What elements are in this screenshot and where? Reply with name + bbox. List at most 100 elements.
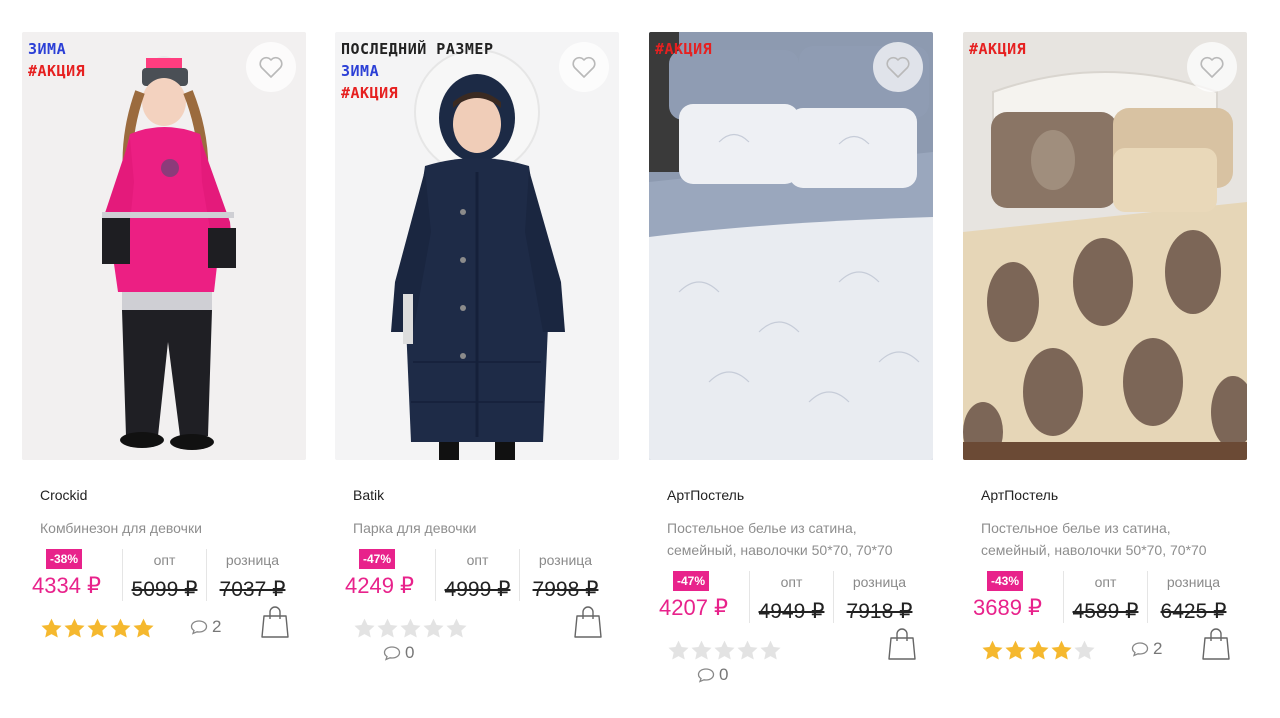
promo-badge: ЗИМА <box>341 62 380 80</box>
star-icon[interactable] <box>86 617 109 639</box>
rating-stars[interactable] <box>353 617 468 639</box>
star-icon[interactable] <box>736 639 759 661</box>
opt-price: 4589 ₽ <box>1072 600 1139 623</box>
opt-price-column: опт 4949 ₽ <box>749 571 833 623</box>
add-to-cart-button[interactable] <box>573 605 603 639</box>
sale-price-column: -43% 3689 ₽ <box>973 571 1053 623</box>
current-price: 3689 ₽ <box>973 595 1043 620</box>
comments-link[interactable]: 0 <box>697 665 728 685</box>
retail-label: розница <box>1166 574 1221 590</box>
current-price: 4249 ₽ <box>345 573 415 598</box>
promo-badge: ЗИМА <box>28 40 67 58</box>
product-photo[interactable]: ПОСЛЕДНИЙ РАЗМЕР ЗИМА #АКЦИЯ <box>335 32 619 460</box>
promo-badge: #АКЦИЯ <box>655 40 713 58</box>
rating-stars[interactable] <box>981 639 1096 661</box>
wishlist-button[interactable] <box>559 42 609 92</box>
star-icon[interactable] <box>1004 639 1027 661</box>
product-info: Crockid Комбинезон для девочки -38% 4334… <box>32 460 302 691</box>
promo-badge: #АКЦИЯ <box>969 40 1027 58</box>
product-card[interactable]: #АКЦИЯ АртПостель Постельное белье из са… <box>649 32 933 712</box>
card-actions: 0 <box>667 628 929 713</box>
heart-icon <box>886 56 910 78</box>
product-card[interactable]: ЗИМА #АКЦИЯ Crockid Комбинезон для девоч… <box>22 32 306 712</box>
product-photo[interactable]: ЗИМА #АКЦИЯ <box>22 32 306 460</box>
product-info: АртПостель Постельное белье из сатина, с… <box>659 460 929 713</box>
price-block: -47% 4249 ₽ опт 4999 ₽ розница 7998 ₽ <box>345 549 615 601</box>
star-icon[interactable] <box>132 617 155 639</box>
rating-stars[interactable] <box>667 639 782 661</box>
star-icon[interactable] <box>40 617 63 639</box>
product-info: АртПостель Постельное белье из сатина, с… <box>973 460 1243 713</box>
product-title[interactable]: Постельное белье из сатина, семейный, на… <box>667 517 929 561</box>
card-actions: 2 <box>40 606 302 691</box>
retail-price-column: розница 6425 ₽ <box>1147 571 1239 623</box>
heart-icon <box>572 56 596 78</box>
shopping-bag-icon <box>261 606 289 638</box>
speech-bubble-icon <box>697 668 715 683</box>
star-icon[interactable] <box>690 639 713 661</box>
product-card[interactable]: ПОСЛЕДНИЙ РАЗМЕР ЗИМА #АКЦИЯ Batik Парка… <box>335 32 619 712</box>
star-icon[interactable] <box>713 639 736 661</box>
star-icon[interactable] <box>667 639 690 661</box>
retail-label: розница <box>852 574 907 590</box>
speech-bubble-icon <box>190 620 208 635</box>
price-block: -38% 4334 ₽ опт 5099 ₽ розница 7037 ₽ <box>32 549 302 601</box>
product-card[interactable]: #АКЦИЯ АртПостель Постельное белье из са… <box>963 32 1247 712</box>
wishlist-button[interactable] <box>246 42 296 92</box>
retail-price-column: розница 7998 ₽ <box>519 549 611 601</box>
star-icon[interactable] <box>399 617 422 639</box>
opt-label: опт <box>780 574 803 590</box>
comments-link[interactable]: 2 <box>190 617 221 637</box>
product-brand[interactable]: Crockid <box>40 487 302 503</box>
product-photo[interactable]: #АКЦИЯ <box>963 32 1247 460</box>
star-icon[interactable] <box>445 617 468 639</box>
star-icon[interactable] <box>376 617 399 639</box>
shopping-bag-icon <box>1202 628 1230 660</box>
opt-label: опт <box>153 552 176 568</box>
promo-badge: ПОСЛЕДНИЙ РАЗМЕР <box>341 40 494 58</box>
wishlist-button[interactable] <box>873 42 923 92</box>
card-actions: 0 <box>353 606 615 691</box>
retail-price-column: розница 7037 ₽ <box>206 549 298 601</box>
star-icon[interactable] <box>759 639 782 661</box>
sale-price-column: -47% 4207 ₽ <box>659 571 739 623</box>
promo-badge: #АКЦИЯ <box>28 62 86 80</box>
add-to-cart-button[interactable] <box>1201 627 1231 661</box>
comments-link[interactable]: 2 <box>1131 639 1162 659</box>
rating-stars[interactable] <box>40 617 155 639</box>
product-brand[interactable]: АртПостель <box>667 487 929 503</box>
star-icon[interactable] <box>1050 639 1073 661</box>
shopping-bag-icon <box>574 606 602 638</box>
discount-badge: -38% <box>46 549 83 569</box>
promo-badges: #АКЦИЯ <box>655 38 712 60</box>
star-icon[interactable] <box>1027 639 1050 661</box>
discount-badge: -47% <box>673 571 710 591</box>
promo-badges: ЗИМА #АКЦИЯ <box>28 38 85 82</box>
discount-badge: -43% <box>987 571 1024 591</box>
retail-label: розница <box>225 552 280 568</box>
opt-price-column: опт 4589 ₽ <box>1063 571 1147 623</box>
discount-badge: -47% <box>359 549 396 569</box>
product-photo[interactable]: #АКЦИЯ <box>649 32 933 460</box>
product-title[interactable]: Комбинезон для девочки <box>40 517 302 539</box>
product-title[interactable]: Парка для девочки <box>353 517 615 539</box>
star-icon[interactable] <box>1073 639 1096 661</box>
star-icon[interactable] <box>63 617 86 639</box>
current-price: 4334 ₽ <box>32 573 102 598</box>
comments-count: 2 <box>212 617 222 636</box>
add-to-cart-button[interactable] <box>260 605 290 639</box>
star-icon[interactable] <box>422 617 445 639</box>
wishlist-button[interactable] <box>1187 42 1237 92</box>
star-icon[interactable] <box>353 617 376 639</box>
add-to-cart-button[interactable] <box>887 627 917 661</box>
speech-bubble-icon <box>1131 642 1149 657</box>
product-brand[interactable]: Batik <box>353 487 615 503</box>
comments-link[interactable]: 0 <box>383 643 414 663</box>
product-title[interactable]: Постельное белье из сатина, семейный, на… <box>981 517 1243 561</box>
star-icon[interactable] <box>981 639 1004 661</box>
product-brand[interactable]: АртПостель <box>981 487 1243 503</box>
comments-count: 0 <box>719 665 729 684</box>
opt-price: 4999 ₽ <box>444 578 511 601</box>
opt-label: опт <box>466 552 489 568</box>
star-icon[interactable] <box>109 617 132 639</box>
